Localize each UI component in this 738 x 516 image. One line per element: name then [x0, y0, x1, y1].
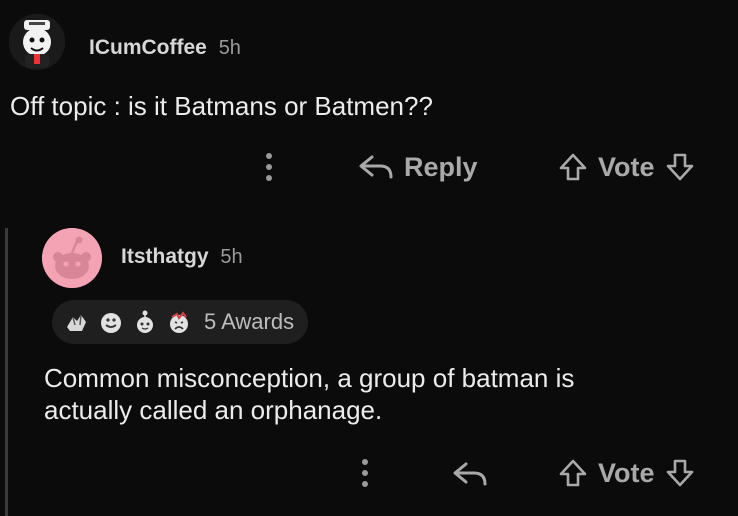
award-snoo-icon [137, 310, 153, 333]
comment-author-name[interactable]: ICumCoffee [89, 36, 207, 59]
upvote-icon[interactable] [558, 458, 588, 488]
vote-label: Vote [598, 151, 655, 182]
cartoon-avatar-icon [9, 14, 65, 70]
award-hands-icon [67, 314, 86, 331]
reply-vote-controls: Vote [558, 456, 695, 490]
comment-avatar[interactable] [9, 14, 65, 70]
more-icon [362, 459, 368, 487]
comment-reply-button[interactable]: Reply [358, 150, 478, 184]
reply-avatar[interactable] [42, 228, 102, 288]
reply-arrow-icon [453, 462, 487, 486]
comment-vote-controls: Vote [558, 150, 695, 184]
award-crying-icon [170, 311, 188, 333]
more-icon [266, 153, 272, 181]
downvote-icon[interactable] [665, 458, 695, 488]
award-face-icon [101, 313, 121, 333]
snoo-avatar-icon [42, 228, 102, 288]
comment-time: 5h [218, 37, 241, 59]
vote-label: Vote [598, 457, 655, 488]
reply-label: Reply [404, 151, 478, 182]
reply-body-line-2: actually called an orphanage. [44, 395, 383, 425]
reply-author-name[interactable]: Itsthatgy [121, 245, 209, 268]
comment-author[interactable]: ICumCoffee 5h [89, 36, 241, 60]
reply-body-line-1: Common misconception, a group of batman … [44, 363, 575, 393]
thread-line[interactable] [5, 228, 8, 516]
reply-reply-button[interactable] [452, 457, 488, 491]
reply-time: 5h [220, 246, 243, 268]
awards-bar[interactable]: 5 Awards [52, 300, 309, 344]
comment-body: Off topic : is it Batmans or Batmen?? [10, 91, 433, 121]
awards-count: 5 Awards [204, 309, 295, 334]
upvote-icon[interactable] [558, 152, 588, 182]
reply-arrow-icon [359, 155, 393, 179]
comment-more-button[interactable] [262, 150, 276, 184]
reply-body: Common misconception, a group of batman … [44, 362, 574, 426]
downvote-icon[interactable] [665, 152, 695, 182]
reply-more-button[interactable] [358, 456, 372, 490]
reply-author[interactable]: Itsthatgy 5h [121, 245, 243, 269]
